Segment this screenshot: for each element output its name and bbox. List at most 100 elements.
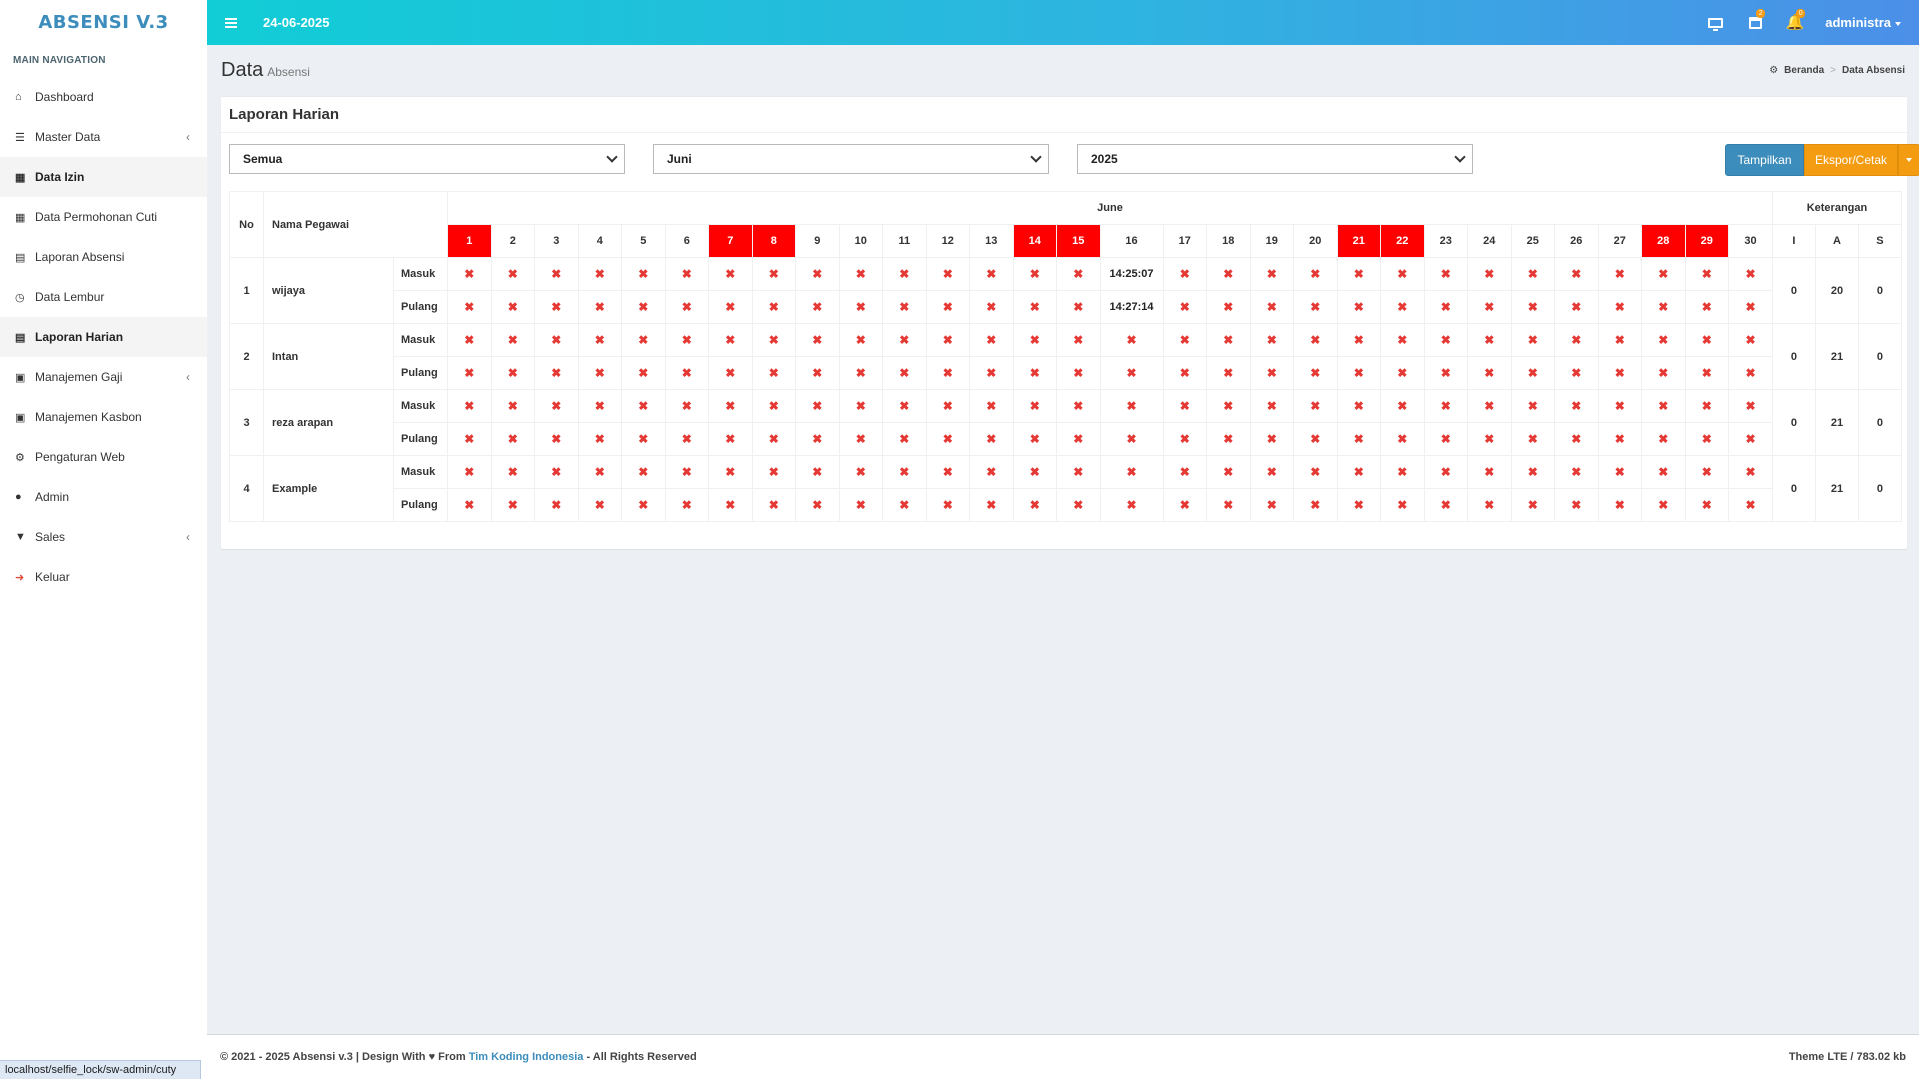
absent-icon: ✖ — [1684, 257, 1730, 291]
day-header: 4 — [577, 224, 623, 258]
calendar-notification-icon[interactable]: 2 — [1735, 0, 1775, 45]
absent-icon: ✖ — [708, 356, 753, 390]
count-s: 0 — [1857, 323, 1902, 390]
chevron-down-icon — [1454, 151, 1466, 163]
sidebar-item-label: Laporan Absensi — [35, 250, 125, 264]
absent-icon: ✖ — [1684, 422, 1730, 456]
absent-icon: ✖ — [1206, 290, 1251, 324]
sidebar-item-pengaturan-web[interactable]: ⚙ Pengaturan Web — [0, 437, 207, 477]
export-button[interactable]: Ekspor/Cetak — [1804, 144, 1898, 176]
header-row: No Nama Pegawai June Keterangan — [229, 191, 1902, 258]
absent-icon: ✖ — [1012, 323, 1058, 357]
absent-icon: ✖ — [1056, 455, 1101, 489]
count-i: 0 — [1771, 389, 1816, 456]
day-header: 24 — [1467, 224, 1512, 258]
absent-icon: ✖ — [1249, 488, 1295, 522]
export-dropdown-toggle[interactable] — [1898, 144, 1919, 176]
absent-icon: ✖ — [1012, 422, 1058, 456]
bell-badge: 0 — [1796, 9, 1806, 18]
employee-select[interactable]: Semua — [229, 144, 625, 174]
app-logo[interactable]: ABSENSI V.3 — [0, 0, 207, 45]
sidebar-item-laporan-harian[interactable]: ▤ Laporan Harian — [0, 317, 207, 357]
sidebar-item-data-lembur[interactable]: ◷ Data Lembur — [0, 277, 207, 317]
footer-link[interactable]: Tim Koding Indonesia — [469, 1051, 584, 1063]
month-select[interactable]: Juni — [653, 144, 1049, 174]
absent-icon: ✖ — [1684, 290, 1730, 324]
absent-icon: ✖ — [925, 422, 971, 456]
sidebar-item-manajemen-gaji[interactable]: ▣ Manajemen Gaji ‹ — [0, 357, 207, 397]
day-header-row: 1 2 3 4 5 6 7 8 9 10 11 12 13 14 15 16 17 18 19 20 21 22 23 24 2… — [230, 224, 1902, 258]
absent-icon: ✖ — [882, 488, 927, 522]
absent-icon: ✖ — [1510, 290, 1556, 324]
employee-no: 3 — [229, 389, 264, 456]
count-a: 20 — [1814, 257, 1859, 324]
table-row: 2 Intan Masuk ✖ ✖ ✖ ✖ ✖ ✖ ✖ ✖ ✖ ✖ ✖ ✖ ✖ ✖ ✖ ✖ ✖ ✖ ✖ ✖ ✖ ✖ ✖ ✖ ✖ ✖ ✖ ✖ ✖… — [229, 323, 1902, 390]
absent-icon: ✖ — [925, 488, 971, 522]
absent-icon: ✖ — [490, 488, 536, 522]
sidebar-item-keluar[interactable]: ➜ Keluar — [0, 557, 207, 597]
breadcrumb-home[interactable]: Beranda — [1784, 65, 1824, 76]
absent-icon: ✖ — [751, 389, 797, 423]
absent-icon: ✖ — [708, 257, 753, 291]
absent-icon: ✖ — [838, 422, 884, 456]
sidebar-item-manajemen-kasbon[interactable]: ▣ Manajemen Kasbon — [0, 397, 207, 437]
absent-icon: ✖ — [447, 323, 492, 357]
absent-icon: ✖ — [795, 290, 840, 324]
absent-icon: ✖ — [577, 422, 623, 456]
cart-icon: ▼ — [15, 531, 26, 543]
absent-icon: ✖ — [1728, 323, 1773, 357]
attendance-time: 14:25:07 — [1099, 257, 1164, 291]
header-i: I — [1771, 224, 1816, 258]
absent-icon: ✖ — [1728, 422, 1773, 456]
absent-icon: ✖ — [1293, 323, 1338, 357]
chevron-down-icon — [1030, 151, 1042, 163]
row-label-in: Masuk — [392, 257, 449, 291]
absent-icon: ✖ — [1423, 389, 1469, 423]
absent-icon: ✖ — [1162, 290, 1208, 324]
absent-icon: ✖ — [1641, 323, 1686, 357]
absent-icon: ✖ — [577, 389, 623, 423]
sidebar-item-label: Sales — [35, 530, 66, 544]
absent-icon: ✖ — [1423, 323, 1469, 357]
absent-icon: ✖ — [1554, 422, 1599, 456]
absent-icon: ✖ — [1597, 488, 1643, 522]
employee-no: 2 — [229, 323, 264, 390]
sidebar-toggle-icon[interactable] — [213, 0, 249, 45]
day-header: 11 — [882, 224, 927, 258]
employee-name: Intan — [263, 323, 394, 390]
year-select[interactable]: 2025 — [1077, 144, 1473, 174]
absent-icon: ✖ — [1162, 422, 1208, 456]
absent-icon: ✖ — [925, 455, 971, 489]
absent-icon: ✖ — [969, 455, 1014, 489]
absent-icon: ✖ — [1380, 389, 1425, 423]
breadcrumb-separator: > — [1830, 64, 1837, 76]
day-header: 22 — [1380, 224, 1425, 258]
user-menu[interactable]: administra — [1815, 15, 1919, 30]
sidebar-item-data-izin[interactable]: ▦ Data Izin — [0, 157, 207, 197]
sidebar-item-sales[interactable]: ▼ Sales ‹ — [0, 517, 207, 557]
page-subtitle: Absensi — [267, 64, 310, 79]
monitor-icon[interactable] — [1695, 0, 1735, 45]
sidebar-item-data-permohonan-cuti[interactable]: ▦ Data Permohonan Cuti — [0, 197, 207, 237]
count-i: 0 — [1771, 257, 1816, 324]
sidebar-item-dashboard[interactable]: ⌂ Dashboard — [0, 77, 207, 117]
sidebar-item-laporan-absensi[interactable]: ▤ Laporan Absensi — [0, 237, 207, 277]
absent-icon: ✖ — [577, 488, 623, 522]
absent-icon: ✖ — [1380, 455, 1425, 489]
bell-icon[interactable]: 🔔 0 — [1775, 0, 1815, 45]
sidebar-item-admin[interactable]: ● Admin — [0, 477, 207, 517]
absent-icon: ✖ — [1206, 257, 1251, 291]
day-header: 9 — [795, 224, 840, 258]
status-bar-url: localhost/selfie_lock/sw-admin/cuty — [0, 1060, 201, 1079]
absent-icon: ✖ — [708, 488, 753, 522]
sidebar-item-label: Laporan Harian — [35, 330, 124, 344]
absent-icon: ✖ — [447, 455, 492, 489]
count-i: 0 — [1771, 323, 1816, 390]
absent-icon: ✖ — [795, 389, 840, 423]
show-button[interactable]: Tampilkan — [1725, 144, 1804, 176]
absent-icon: ✖ — [795, 455, 840, 489]
attendance-table: No Nama Pegawai June Keterangan 1 2 3 4 5 6 7 8 9 10 1… — [229, 191, 1902, 522]
absent-icon: ✖ — [1012, 389, 1058, 423]
absent-icon: ✖ — [1423, 257, 1469, 291]
sidebar-item-master-data[interactable]: ☰ Master Data ‹ — [0, 117, 207, 157]
